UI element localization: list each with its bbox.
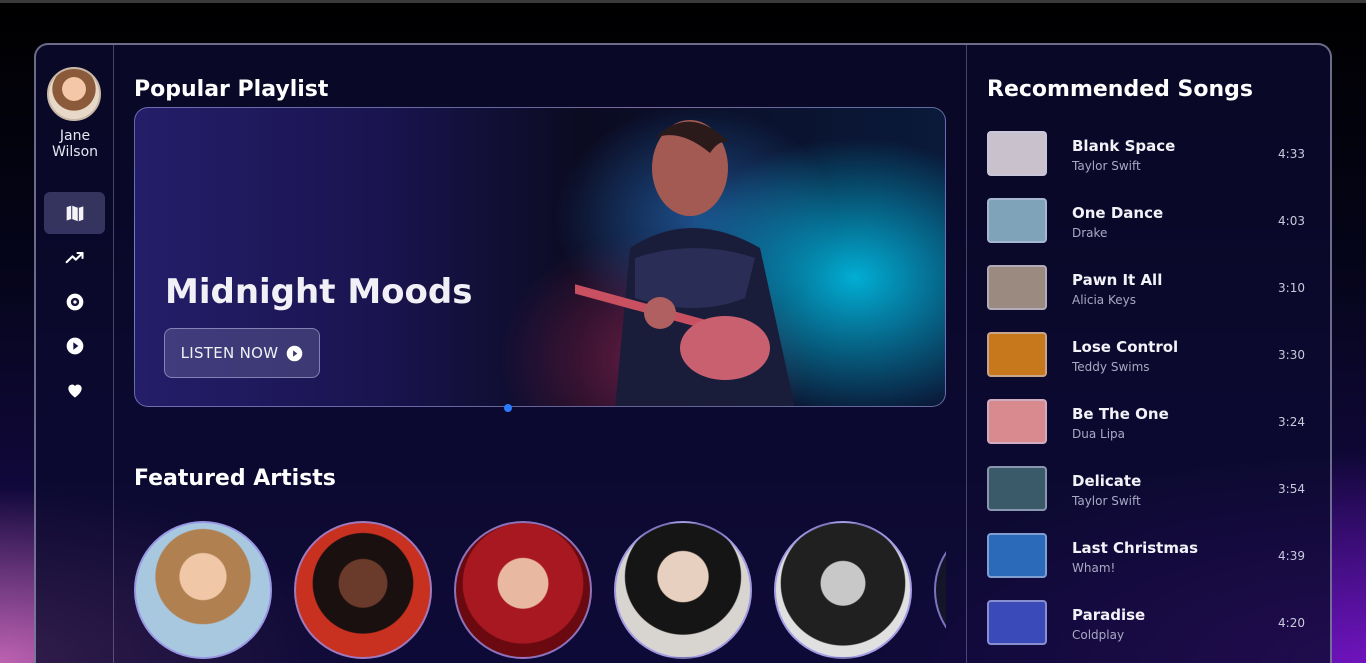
song-title: Blank Space	[1072, 137, 1176, 155]
nav-item-favorites[interactable]	[44, 369, 105, 411]
song-artist: Coldplay	[1072, 628, 1125, 642]
album-thumbnail	[987, 332, 1047, 377]
album-thumbnail	[987, 466, 1047, 511]
song-artist: Drake	[1072, 226, 1108, 240]
heart-icon	[67, 384, 82, 398]
song-title: Paradise	[1072, 606, 1146, 624]
album-thumbnail	[987, 533, 1047, 578]
carousel-indicator-active[interactable]	[504, 404, 512, 412]
user-name: Jane Wilson	[51, 128, 99, 160]
song-duration: 4:39	[1278, 549, 1305, 563]
song-artist: Wham!	[1072, 561, 1116, 575]
artist-avatar[interactable]	[454, 521, 592, 659]
listen-now-label: LISTEN NOW	[180, 344, 279, 362]
sidebar: Jane Wilson	[36, 45, 114, 663]
artist-avatar[interactable]	[934, 521, 946, 659]
recommended-panel: Recommended Songs Blank Space Taylor Swi…	[966, 45, 1330, 663]
artist-avatar[interactable]	[774, 521, 912, 659]
disc-icon	[66, 293, 83, 311]
song-title: One Dance	[1072, 204, 1164, 222]
song-title: Be The One	[1072, 405, 1169, 423]
song-item[interactable]: Lose Control Teddy Swims 3:30	[987, 332, 1307, 380]
song-item[interactable]: One Dance Drake 4:03	[987, 198, 1307, 246]
song-duration: 4:33	[1278, 147, 1305, 161]
featured-artists-row	[134, 521, 946, 661]
song-item[interactable]: Paradise Coldplay 4:20	[987, 600, 1307, 648]
song-artist: Alicia Keys	[1072, 293, 1136, 307]
nav-item-albums[interactable]	[44, 281, 105, 323]
nav-item-player[interactable]	[44, 325, 105, 367]
song-title: Last Christmas	[1072, 539, 1199, 557]
artist-avatar[interactable]	[614, 521, 752, 659]
hero-title: Midnight Moods	[165, 272, 473, 312]
artists-heading: Featured Artists	[134, 466, 336, 491]
window-top-border	[0, 0, 1366, 3]
nav-item-explore[interactable]	[44, 192, 105, 234]
song-duration: 3:54	[1278, 482, 1305, 496]
song-item[interactable]: Blank Space Taylor Swift 4:33	[987, 131, 1307, 179]
playlist-heading: Popular Playlist	[134, 77, 329, 102]
song-item[interactable]: Last Christmas Wham! 4:39	[987, 533, 1307, 581]
play-circle-icon	[287, 345, 303, 361]
album-thumbnail	[987, 131, 1047, 176]
song-title: Lose Control	[1072, 338, 1179, 356]
album-thumbnail	[987, 600, 1047, 645]
artist-avatar[interactable]	[134, 521, 272, 659]
song-artist: Teddy Swims	[1072, 360, 1150, 374]
app-panel: Jane Wilson Popular Playlist Midnight Mo…	[34, 43, 1332, 663]
guitarist-image	[575, 120, 795, 406]
song-artist: Taylor Swift	[1072, 494, 1141, 508]
song-artist: Taylor Swift	[1072, 159, 1141, 173]
avatar[interactable]	[47, 67, 101, 121]
song-item[interactable]: Pawn It All Alicia Keys 3:10	[987, 265, 1307, 313]
song-title: Delicate	[1072, 472, 1142, 490]
trending-icon	[65, 251, 84, 264]
album-thumbnail	[987, 198, 1047, 243]
nav-item-trending[interactable]	[44, 237, 105, 279]
recommended-heading: Recommended Songs	[987, 77, 1253, 102]
song-duration: 3:30	[1278, 348, 1305, 362]
play-circle-icon	[66, 337, 83, 355]
song-duration: 3:10	[1278, 281, 1305, 295]
album-thumbnail	[987, 399, 1047, 444]
hero-banner[interactable]: Midnight Moods LISTEN NOW	[134, 107, 946, 407]
song-item[interactable]: Delicate Taylor Swift 3:54	[987, 466, 1307, 514]
song-artist: Dua Lipa	[1072, 427, 1126, 441]
song-duration: 3:24	[1278, 415, 1305, 429]
listen-now-button[interactable]: LISTEN NOW	[164, 328, 320, 378]
artist-avatar[interactable]	[294, 521, 432, 659]
map-icon	[66, 205, 83, 222]
album-thumbnail	[987, 265, 1047, 310]
song-duration: 4:03	[1278, 214, 1305, 228]
song-title: Pawn It All	[1072, 271, 1163, 289]
song-item[interactable]: Be The One Dua Lipa 3:24	[987, 399, 1307, 447]
song-duration: 4:20	[1278, 616, 1305, 630]
main-content: Popular Playlist Midnight Moods LISTEN N…	[114, 45, 966, 663]
